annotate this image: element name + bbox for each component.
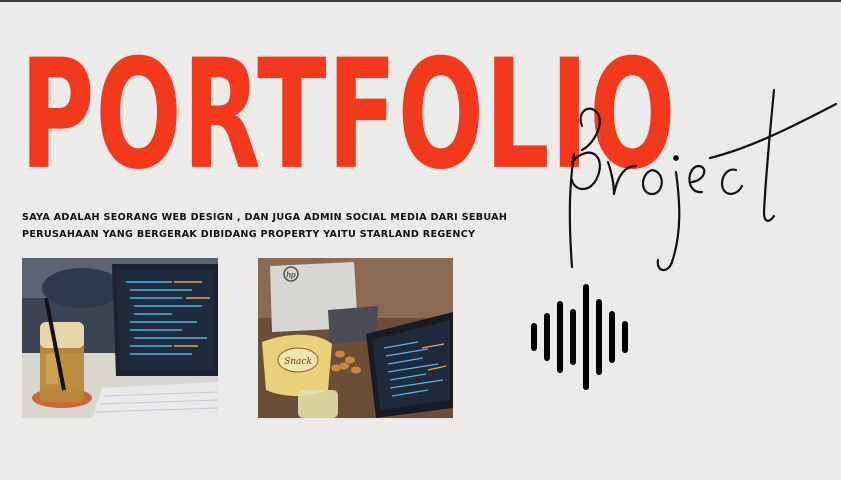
description-text: SAYA ADALAH SEORANG WEB DESIGN , DAN JUG… (22, 209, 542, 243)
description-line-1: SAYA ADALAH SEORANG WEB DESIGN , DAN JUG… (22, 212, 508, 223)
hp-logo: hp (286, 271, 296, 280)
photo-laptop-drink (22, 258, 218, 418)
top-border-line (0, 0, 841, 2)
script-project-word (568, 88, 838, 272)
description-line-2: PERUSAHAAN YANG BERGERAK DIBIDANG PROPER… (22, 229, 476, 240)
sound-wave-icon (531, 284, 628, 390)
photo-laptop-snacks: hp Snack (258, 258, 453, 418)
snack-label: Snack (284, 357, 312, 367)
